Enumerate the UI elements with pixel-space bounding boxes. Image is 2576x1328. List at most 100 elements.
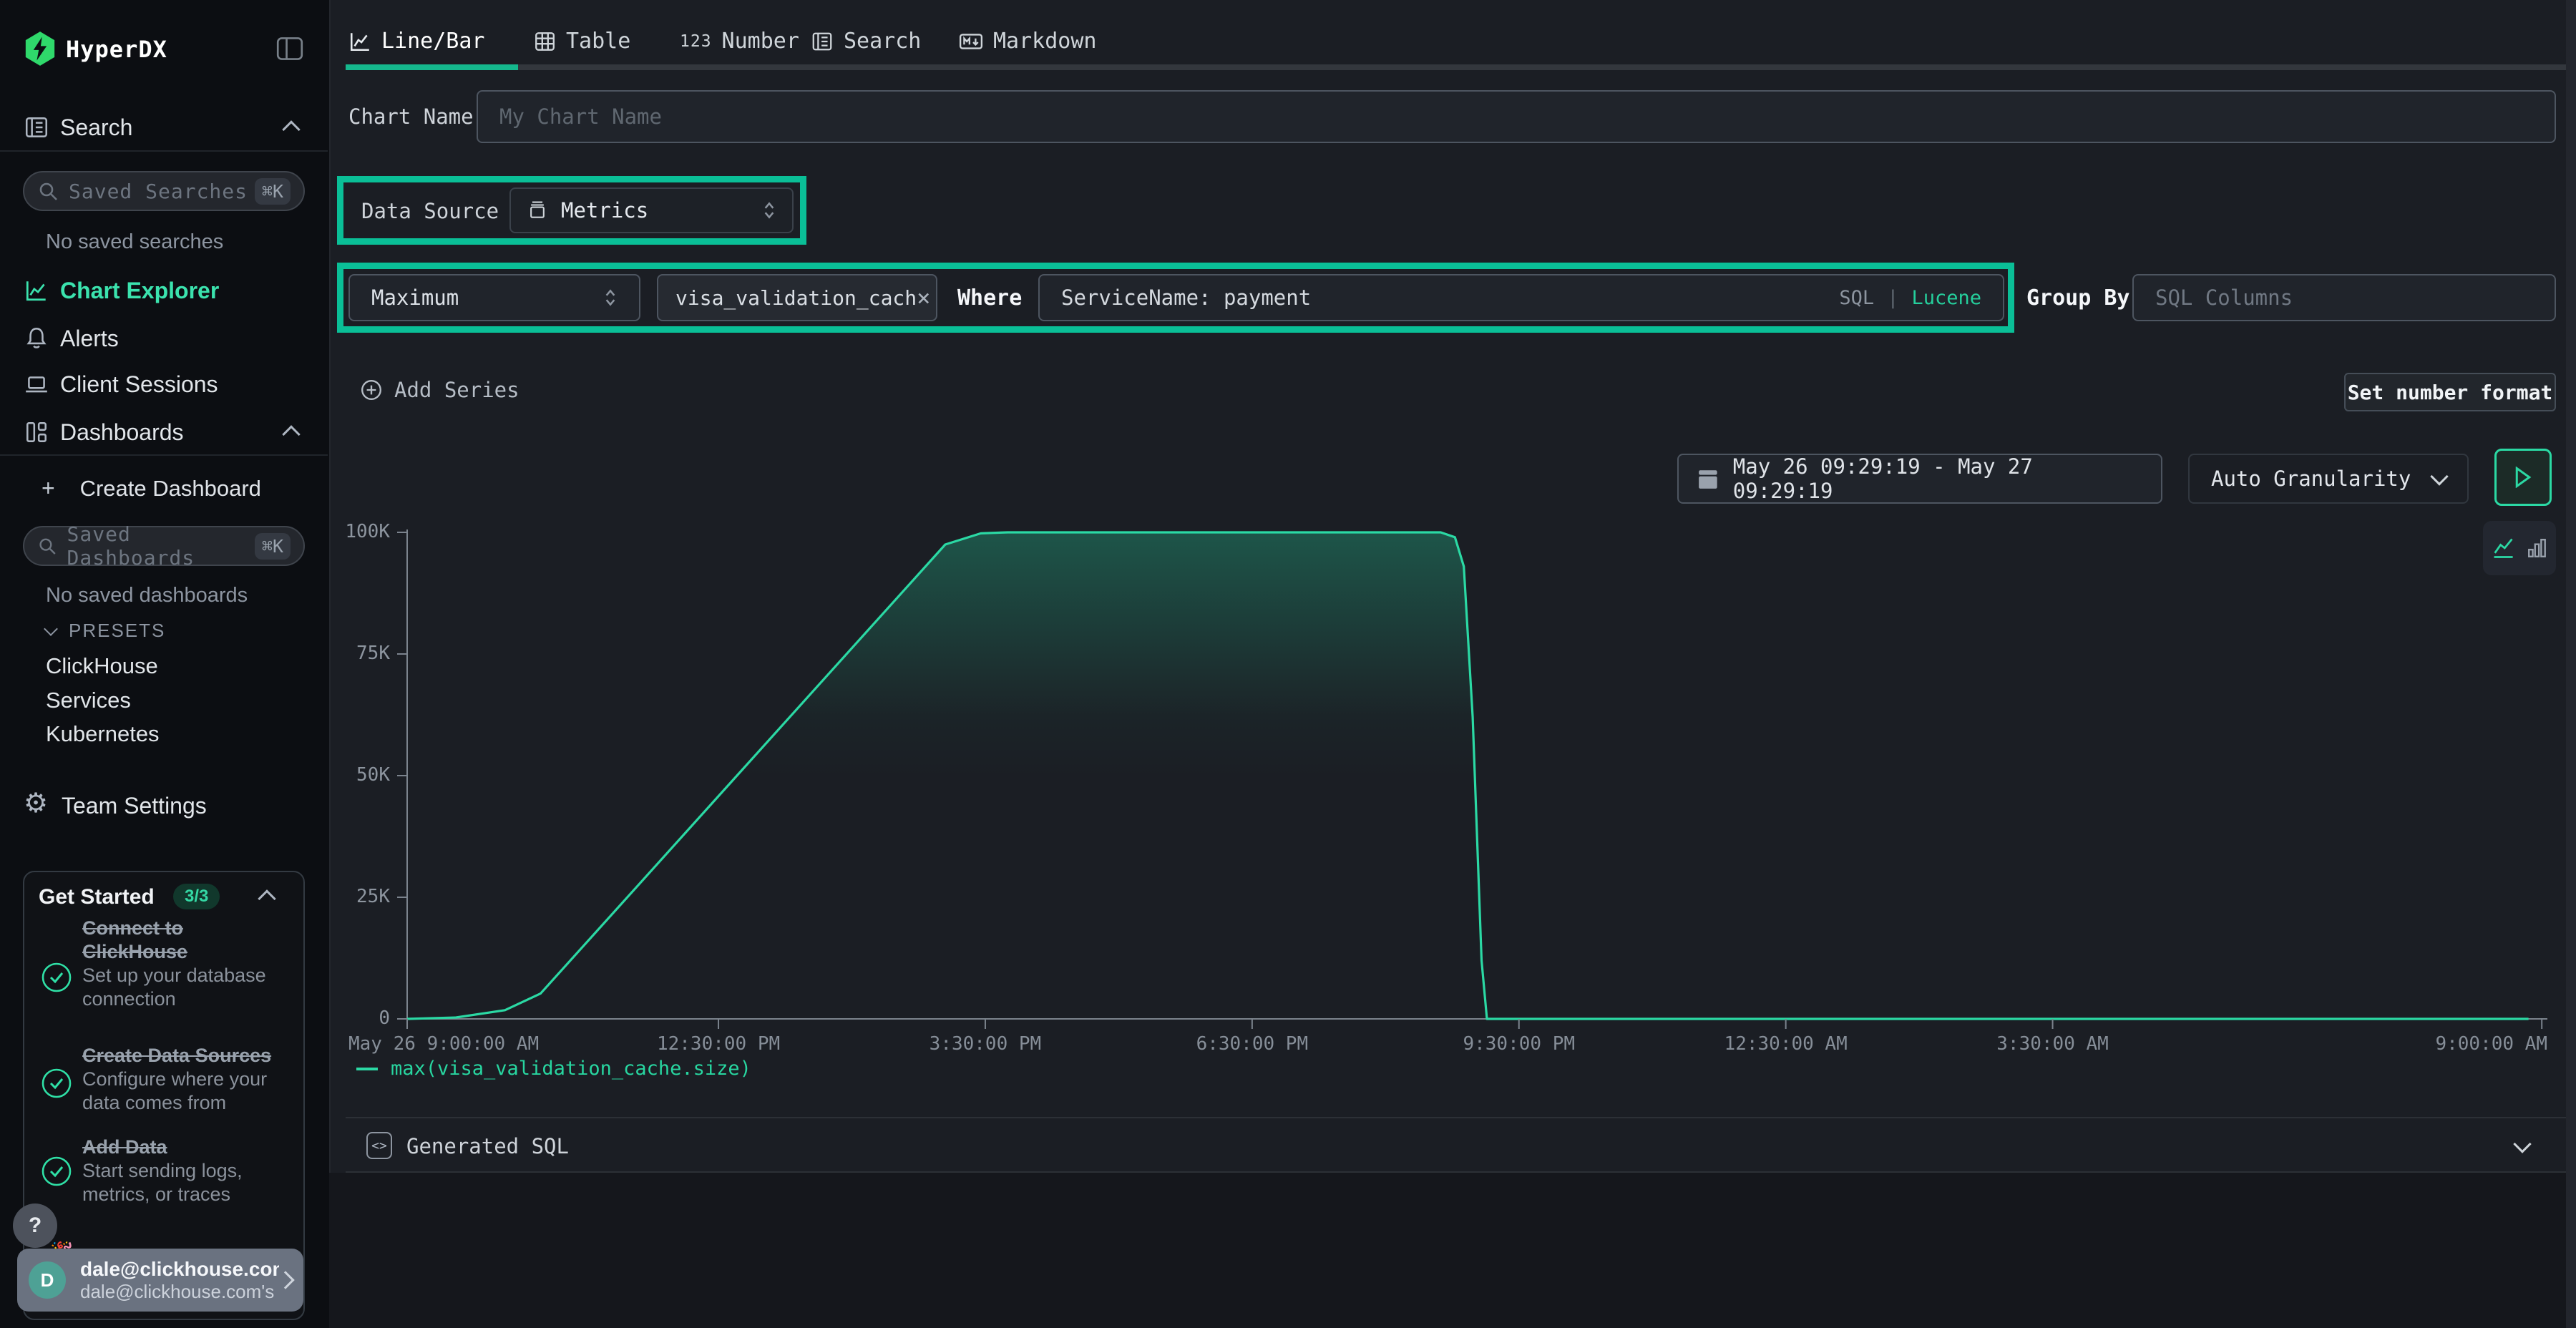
calendar-icon [1697,467,1719,490]
where-value: ServiceName: payment [1061,285,1311,310]
sql-mode-toggle[interactable]: SQL [1839,287,1874,309]
check-circle-icon [41,1156,72,1187]
generated-sql-expand-icon[interactable] [2513,1135,2531,1153]
get-started-item-subtitle: Configure where your data comes from [82,1068,286,1115]
table-icon [533,30,556,53]
dashboards-collapse-icon[interactable] [282,425,300,443]
tab-number[interactable]: 123 Number [680,29,799,54]
tab-markdown[interactable]: Markdown [959,29,1097,54]
group-by-placeholder: SQL Columns [2155,285,2293,310]
date-range-input[interactable]: May 26 09:29:19 - May 27 09:29:19 [1677,454,2162,504]
saved-dashboards-input[interactable]: Saved Dashboards ⌘K [23,526,305,566]
no-saved-dashboards-text: No saved dashboards [46,584,248,607]
presets-label: PRESETS [69,620,165,642]
create-dashboard-label: Create Dashboard [80,476,261,501]
avatar: D [29,1261,66,1299]
chart-name-placeholder: My Chart Name [499,104,662,129]
sidebar-divider [0,150,328,152]
create-dashboard-button[interactable]: + Create Dashboard [42,475,261,502]
metric-tag[interactable]: visa_validation_cach × [657,274,937,321]
sidebar-item-team-settings[interactable]: Team Settings [62,793,207,819]
chevron-down-icon [2430,467,2448,485]
divider [346,1171,2576,1173]
app-title: HyperDX [66,36,167,63]
get-started-item[interactable]: Connect to ClickHouse Set up your databa… [82,917,286,1011]
sidebar-item-client-sessions[interactable]: Client Sessions [60,371,218,398]
search-icon [37,535,57,557]
get-started-item[interactable]: Create Data Sources Configure where your… [82,1044,286,1115]
where-label: Where [957,285,1022,311]
user-menu[interactable]: D dale@clickhouse.com dale@clickhouse.co… [17,1249,303,1312]
dashboards-grid-icon [24,419,49,449]
active-tab-underline [346,64,518,70]
hyperdx-logo-icon [24,31,56,69]
series-area-fill [407,532,2529,1019]
saved-searches-placeholder: Saved Searches [69,180,248,203]
data-source-label: Data Source [361,199,499,223]
get-started-progress-badge: 3/3 [173,884,220,909]
presets-toggle[interactable]: PRESETS [46,620,165,642]
user-subtitle: dale@clickhouse.com's [80,1281,279,1303]
plus-icon: + [42,475,55,501]
tab-search[interactable]: Search [811,29,921,54]
sidebar-item-dashboards[interactable]: Dashboards [60,419,184,446]
granularity-select[interactable]: Auto Granularity [2188,454,2469,504]
keyboard-shortcut-badge: ⌘K [255,533,291,560]
run-query-button[interactable] [2494,449,2552,506]
lucene-mode-toggle[interactable]: Lucene [1911,287,1981,309]
generated-sql-label: Generated SQL [406,1134,569,1158]
bell-icon [24,325,49,354]
data-source-select[interactable]: Metrics [509,187,794,233]
no-saved-searches-text: No saved searches [46,230,223,254]
search-section-collapse-icon[interactable] [282,120,300,138]
tab-line-bar[interactable]: Line/Bar [348,29,485,54]
get-started-title: Get Started [39,885,155,909]
legend-swatch [356,1068,378,1070]
select-arrows-icon [762,200,776,221]
aggregation-select[interactable]: Maximum [348,274,640,321]
granularity-value: Auto Granularity [2211,467,2411,491]
add-series-button[interactable]: Add Series [360,378,519,402]
select-arrows-icon [603,287,618,308]
check-circle-icon [41,962,72,993]
get-started-item-subtitle: Set up your database connection [82,964,286,1011]
set-number-format-button[interactable]: Set number format [2344,373,2556,411]
code-icon: <> [366,1132,392,1159]
sidebar-item-search[interactable]: Search [60,114,132,141]
group-by-input[interactable]: SQL Columns [2132,274,2556,321]
get-started-item-subtitle: Start sending logs, metrics, or traces [82,1159,286,1206]
gear-icon: ⚙ [24,790,48,817]
sidebar-item-services[interactable]: Services [46,688,131,713]
tab-track [346,64,2576,70]
chart-legend[interactable]: max(visa_validation_cache.size) [356,1058,751,1080]
remove-metric-icon[interactable]: × [917,284,930,311]
divider [346,1117,2576,1118]
line-chart-icon [348,30,371,53]
legend-label: max(visa_validation_cache.size) [391,1058,751,1080]
group-by-label: Group By [2026,285,2130,311]
chart-name-label: Chart Name [348,104,474,129]
keyboard-shortcut-badge: ⌘K [255,178,291,205]
play-icon [2514,467,2532,488]
scrollbar[interactable] [2566,0,2576,1328]
help-button[interactable]: ? [13,1204,57,1248]
sidebar-collapse-icon[interactable] [276,36,303,65]
sidebar-item-kubernetes[interactable]: Kubernetes [46,721,160,747]
sidebar-item-alerts[interactable]: Alerts [60,326,119,352]
where-input[interactable]: ServiceName: payment SQL | Lucene [1038,274,2004,321]
chart-name-input[interactable]: My Chart Name [477,90,2556,143]
sidebar-item-chart-explorer[interactable]: Chart Explorer [60,278,219,304]
chevron-down-icon [44,622,58,636]
user-email: dale@clickhouse.com [80,1258,279,1281]
chart-area[interactable]: 025K50K75K100KMay 26 9:00:00 AM12:30:00 … [329,515,2576,1080]
date-range-value: May 26 09:29:19 - May 27 09:29:19 [1733,454,2142,503]
tab-table[interactable]: Table [533,29,630,54]
sidebar-item-clickhouse[interactable]: ClickHouse [46,653,158,679]
help-label: ? [29,1214,42,1238]
get-started-item[interactable]: Add Data Start sending logs, metrics, or… [82,1136,286,1206]
chevron-right-icon [276,1271,294,1289]
saved-searches-input[interactable]: Saved Searches ⌘K [23,171,305,211]
get-started-collapse-icon[interactable] [258,889,275,907]
data-source-value: Metrics [561,198,648,223]
sidebar: HyperDX Search Saved Searches ⌘K No save… [0,0,331,1328]
